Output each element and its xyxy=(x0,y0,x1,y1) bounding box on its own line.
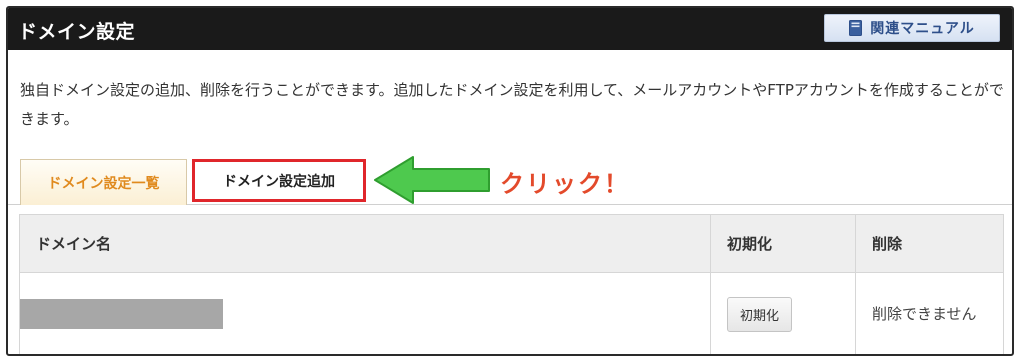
domain-settings-panel: ドメイン設定 関連マニュアル 独自ドメイン設定の追加、削除を行うことができます。… xyxy=(6,6,1014,356)
domain-cell xyxy=(19,272,711,354)
description-text: 独自ドメイン設定の追加、削除を行うことができます。追加したドメイン設定を利用して… xyxy=(20,81,1004,128)
page-title: ドメイン設定 xyxy=(18,21,136,43)
related-manual-label: 関連マニュアル xyxy=(870,21,975,37)
tab-domain-list[interactable]: ドメイン設定一覧 xyxy=(20,159,187,205)
init-cell: 初期化 xyxy=(710,272,856,354)
column-header-init: 初期化 xyxy=(710,214,856,273)
click-annotation: クリック！ xyxy=(500,170,630,198)
left-arrow-icon xyxy=(374,156,490,204)
tab-domain-list-label: ドメイン設定一覧 xyxy=(47,175,160,192)
delete-cell: 削除できません xyxy=(855,272,1004,354)
panel-header: ドメイン設定 関連マニュアル xyxy=(8,8,1012,50)
table-header-row: ドメイン名 初期化 削除 xyxy=(19,214,1004,273)
domain-table: ドメイン名 初期化 削除 初期化 削除できません xyxy=(19,214,1004,354)
related-manual-button[interactable]: 関連マニュアル xyxy=(824,14,1000,42)
delete-status-text: 削除できません xyxy=(872,305,977,323)
tab-add-domain[interactable]: ドメイン設定追加 xyxy=(192,159,366,202)
column-header-delete: 削除 xyxy=(855,214,1004,273)
table-row: 初期化 削除できません xyxy=(19,272,1004,354)
column-header-domain: ドメイン名 xyxy=(19,214,711,273)
tab-add-domain-label: ドメイン設定追加 xyxy=(223,173,335,190)
book-icon xyxy=(849,20,863,36)
redacted-domain-name xyxy=(20,299,223,329)
initialize-button[interactable]: 初期化 xyxy=(727,296,793,332)
